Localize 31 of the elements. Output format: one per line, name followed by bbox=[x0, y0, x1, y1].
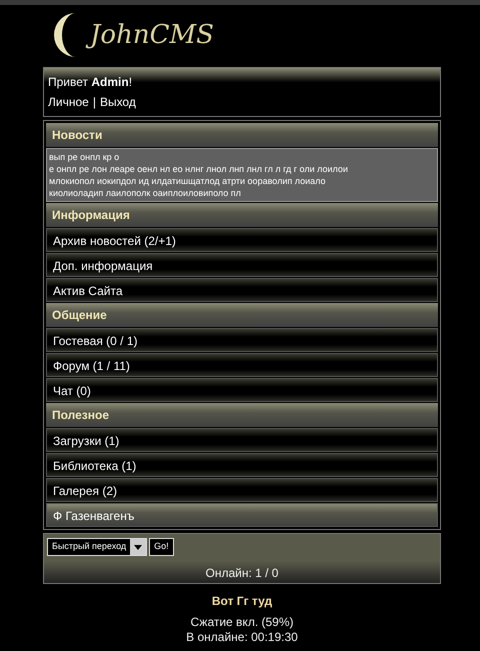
menu-link[interactable]: Загрузки (1) bbox=[46, 428, 438, 452]
menu-link[interactable]: Актив Сайта bbox=[46, 278, 438, 302]
section-header: Новости bbox=[46, 123, 438, 147]
quick-jump-select[interactable]: Быстрый переход bbox=[47, 538, 148, 556]
dropdown-arrow-icon bbox=[134, 544, 142, 550]
footer-title: Вот Гг туд bbox=[210, 593, 274, 610]
menu-link[interactable]: Ф Газенвагенъ bbox=[46, 503, 438, 527]
link-separator: | bbox=[92, 94, 96, 111]
footer-info: Сжатие вкл. (59%) bbox=[189, 615, 294, 630]
footer-info: В онлайне: 00:19:30 bbox=[185, 630, 299, 645]
profile-link[interactable]: Личное bbox=[48, 92, 89, 112]
news-line: киолиоладип лаилополк оаиплоиловиполо пл bbox=[49, 187, 242, 199]
section-header: Общение bbox=[46, 303, 438, 327]
go-button[interactable]: Go! bbox=[149, 538, 174, 556]
logo[interactable]: JohnCMS bbox=[43, 5, 441, 65]
menu-link[interactable]: Галерея (2) bbox=[46, 478, 438, 502]
menu-link[interactable]: Чат (0) bbox=[46, 378, 438, 402]
news-line: е онпл ре лон леаре оенл нл ео нлнг лнол лнп лнл гл л гд г оли лоилои bbox=[49, 163, 349, 175]
menu-link[interactable]: Библиотека (1) bbox=[46, 453, 438, 477]
menu-link[interactable]: Архив новостей (2/+1) bbox=[46, 228, 438, 252]
section-header: Полезное bbox=[46, 403, 438, 427]
news-line: млокиопол иокипдол ид илдатишщатлод атрти оораволип лоиало bbox=[49, 175, 326, 187]
online-count: Онлайн: 1 / 0 bbox=[204, 565, 280, 582]
menu-link[interactable]: Гостевая (0 / 1) bbox=[46, 328, 438, 352]
greeting: Привет Admin! bbox=[48, 74, 134, 91]
menu-link[interactable]: Доп. информация bbox=[46, 253, 438, 277]
menu-link[interactable]: Форум (1 / 11) bbox=[46, 353, 438, 377]
logo-text: JohnCMS bbox=[88, 18, 220, 52]
news-line: вып ре онпл кр о bbox=[49, 151, 120, 163]
logout-link[interactable]: Выход bbox=[100, 92, 136, 112]
section-header: Информация bbox=[46, 203, 438, 227]
